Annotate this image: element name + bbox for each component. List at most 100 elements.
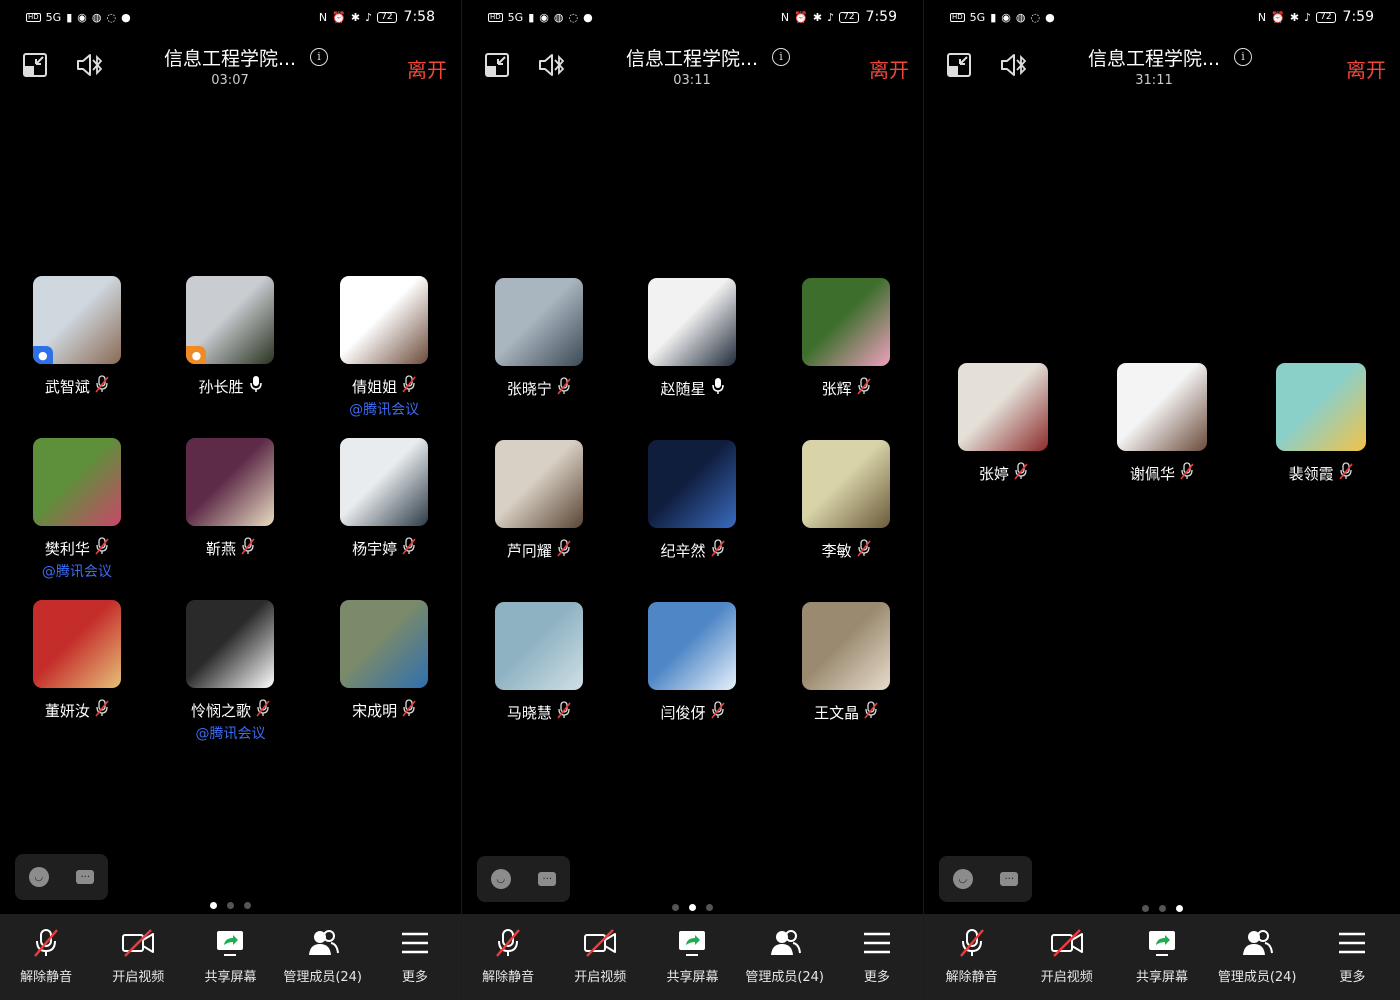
bluetooth-icon: ✱ [1289, 10, 1300, 24]
participant-name-row: 靳燕 [206, 537, 255, 559]
mic-muted-icon [29, 928, 63, 962]
participant-tile[interactable]: 靳燕 [154, 438, 308, 600]
alarm-icon: ⏰ [794, 10, 808, 24]
participant-tile[interactable]: 芦冋耀 [462, 440, 616, 602]
avatar [494, 602, 583, 690]
leave-button[interactable]: 离开 [869, 54, 909, 83]
participant-name: 杨宇婷 [352, 539, 398, 558]
chat-icon[interactable]: ··· [1000, 872, 1019, 886]
hd-icon: HD [950, 12, 965, 22]
page-dot[interactable] [227, 902, 234, 909]
meeting-header: 信息工程学院... 31:11 i 离开 [924, 40, 1400, 100]
share-screen-button[interactable]: 共享屏幕 [1118, 928, 1206, 985]
participant-tile[interactable]: 马晓慧 [462, 602, 616, 764]
page-dot[interactable] [210, 902, 217, 909]
speaker-bluetooth-icon[interactable] [536, 50, 566, 80]
participant-tile[interactable]: 宋成明 [307, 600, 461, 762]
participant-tile[interactable]: 王文晶 [769, 602, 923, 764]
meeting-header: 信息工程学院... 03:07 i 离开 [0, 40, 461, 100]
participant-tile[interactable]: 怜悯之歌 @腾讯会议 [154, 600, 308, 762]
toolbar-label: 开启视频 [1040, 970, 1093, 985]
minimize-icon[interactable] [482, 50, 512, 80]
participant-tile[interactable]: 张辉 [769, 278, 923, 440]
participant-tile[interactable]: 张婷 [924, 363, 1083, 525]
participant-tile[interactable]: 张晓宁 [462, 278, 616, 440]
leave-button[interactable]: 离开 [407, 54, 447, 83]
participant-name: 李敏 [821, 541, 852, 560]
user-icon: ● [1045, 10, 1055, 24]
emoji-icon[interactable]: ◡ [490, 869, 511, 889]
avatar [648, 440, 737, 528]
share-screen-button[interactable]: 共享屏幕 [648, 928, 736, 985]
page-dot[interactable] [1141, 905, 1149, 912]
mic-on-icon [711, 377, 725, 399]
participant-tile[interactable]: 杨宇婷 [307, 438, 461, 600]
participant-name-row: 闫俊伢 [660, 701, 725, 723]
minimize-icon[interactable] [944, 50, 974, 80]
mic-muted-icon [402, 699, 416, 721]
page-dot[interactable] [1175, 905, 1183, 912]
page-dot[interactable] [1158, 905, 1166, 912]
emoji-icon[interactable]: ◡ [28, 867, 49, 887]
participant-tile[interactable]: 倩姐姐 @腾讯会议 [307, 276, 461, 438]
more-button[interactable]: 更多 [1308, 928, 1396, 985]
page-dot[interactable] [706, 904, 713, 911]
emoji-icon[interactable]: ◡ [952, 869, 973, 889]
participant-tile[interactable]: ● 孙长胜 [154, 276, 308, 438]
speaker-bluetooth-icon[interactable] [998, 50, 1028, 80]
host-badge-icon: ● [186, 346, 207, 364]
participant-tile[interactable]: 纪辛然 [616, 440, 770, 602]
signal-icon: 5G [507, 10, 524, 24]
participant-tile[interactable]: 谢佩华 [1083, 363, 1242, 525]
participant-tile[interactable]: 闫俊伢 [616, 602, 770, 764]
info-icon[interactable]: i [772, 48, 790, 66]
start-video-button[interactable]: 开启视频 [94, 928, 182, 985]
participant-tile[interactable]: 樊利华 @腾讯会议 [0, 438, 154, 600]
unmute-button[interactable]: 解除静音 [2, 928, 90, 985]
leave-button[interactable]: 离开 [1346, 54, 1386, 83]
manage-members-button[interactable]: 管理成员(24) [279, 928, 367, 985]
status-bar: HD 5G ▮ ◉ ◍ ◌ ● N ⏰ ✱ ♪ 72 7:58 [0, 0, 461, 34]
start-video-button[interactable]: 开启视频 [1023, 928, 1111, 985]
manage-members-button[interactable]: 管理成员(24) [1213, 928, 1301, 985]
participant-name: 倩姐姐 [352, 377, 398, 396]
speaker-bluetooth-icon[interactable] [74, 50, 104, 80]
participant-tile[interactable]: 李敏 [769, 440, 923, 602]
manage-members-button[interactable]: 管理成员(24) [741, 928, 829, 985]
participant-name-row: 董妍汝 [45, 699, 109, 721]
chat-icon[interactable]: ··· [76, 870, 95, 884]
page-dot[interactable] [672, 904, 679, 911]
participant-tile[interactable]: ● 武智斌 [0, 276, 154, 438]
meeting-title: 信息工程学院... [163, 48, 297, 70]
info-icon[interactable]: i [310, 48, 328, 66]
more-button[interactable]: 更多 [371, 928, 459, 985]
status-time: 7:58 [403, 9, 435, 25]
participant-name: 董妍汝 [44, 701, 90, 720]
page-dot[interactable] [689, 904, 696, 911]
unmute-button[interactable]: 解除静音 [464, 928, 552, 985]
info-icon[interactable]: i [1234, 48, 1252, 66]
unmute-button[interactable]: 解除静音 [928, 928, 1016, 985]
page-dot[interactable] [244, 902, 251, 909]
participant-tile[interactable]: 赵随星 [616, 278, 770, 440]
participant-grid: 张晓宁 赵随星 张辉芦冋耀 纪辛然 李敏马晓慧 闫俊伢 王文晶 [462, 278, 923, 764]
share-screen-button[interactable]: 共享屏幕 [186, 928, 274, 985]
mic-muted-icon [95, 537, 109, 559]
menu-icon [860, 928, 894, 962]
participant-tile[interactable]: 董妍汝 [0, 600, 154, 762]
mic-muted-icon [1180, 462, 1194, 484]
mic-on-icon [249, 375, 263, 397]
minimize-icon[interactable] [20, 50, 50, 80]
meeting-title-block[interactable]: 信息工程学院... 03:11 [612, 44, 772, 88]
participant-tile[interactable]: 裴领霞 [1241, 363, 1400, 525]
meeting-screen-1: HD 5G ▮ ◉ ◍ ◌ ● N ⏰ ✱ ♪ 72 7:58 信息工程学院... 03:07 i 离开 ● 武智斌… [0, 0, 462, 1000]
chat-icon[interactable]: ··· [538, 872, 557, 886]
meeting-title-block[interactable]: 信息工程学院... 03:07 [150, 44, 310, 88]
mic-muted-icon [857, 377, 871, 399]
participant-name: 裴领霞 [1288, 464, 1334, 483]
more-button[interactable]: 更多 [833, 928, 921, 985]
start-video-button[interactable]: 开启视频 [556, 928, 644, 985]
meeting-title-block[interactable]: 信息工程学院... 31:11 [1074, 44, 1234, 88]
participant-name-row: 芦冋耀 [507, 539, 571, 561]
signal-icon: 5G [969, 10, 986, 24]
